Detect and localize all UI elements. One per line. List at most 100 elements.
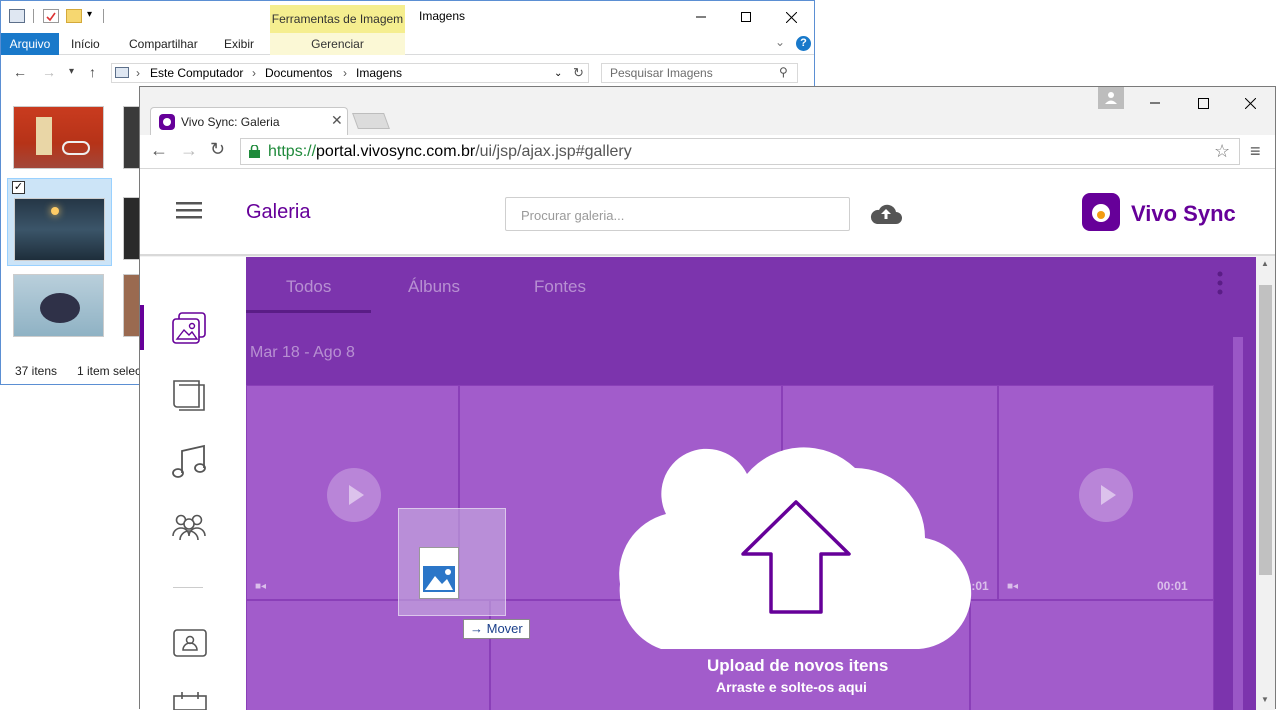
sidebar-item-profile[interactable]	[173, 629, 207, 662]
app-header: Galeria Procurar galeria... Vivo Sync	[140, 169, 1275, 256]
gallery-icon	[172, 312, 206, 344]
minimize-button[interactable]	[1132, 87, 1178, 119]
tab-share[interactable]: Compartilhar	[121, 33, 206, 55]
computer-icon	[115, 67, 129, 78]
customize-quick-access-icon[interactable]: ▾	[87, 9, 92, 20]
maximize-button[interactable]	[1180, 87, 1226, 119]
tab-albums[interactable]: Álbuns	[408, 277, 460, 297]
sidebar-item-albums[interactable]	[171, 377, 207, 416]
music-icon	[172, 444, 206, 478]
checkbox[interactable]: ✓	[12, 181, 25, 194]
back-arrow-icon[interactable]: ←	[13, 64, 27, 80]
minimize-button[interactable]	[678, 1, 724, 33]
scroll-down-icon[interactable]: ▼	[1261, 695, 1269, 704]
upload-subtitle: Arraste e solte-os aqui	[716, 679, 867, 695]
sidebar-active-indicator	[140, 305, 144, 350]
list-item-selected[interactable]: ✓	[7, 178, 112, 266]
forward-arrow-icon[interactable]: →	[42, 64, 56, 80]
hamburger-icon[interactable]	[176, 201, 202, 226]
breadcrumb-item[interactable]: Imagens	[356, 66, 402, 80]
forward-arrow-icon[interactable]: →	[180, 140, 198, 161]
sidebar-item-gallery[interactable]	[171, 311, 207, 350]
address-bar[interactable]: › Este Computador › Documentos › Imagens…	[111, 63, 589, 83]
properties-icon[interactable]	[43, 9, 59, 23]
drag-tooltip: → Mover	[463, 619, 530, 639]
scroll-up-icon[interactable]: ▲	[1261, 259, 1269, 268]
chevron-down-icon[interactable]: ⌄	[554, 68, 562, 79]
help-icon[interactable]: ?	[796, 36, 811, 51]
grid-item[interactable]	[246, 600, 490, 710]
image-thumbnail[interactable]	[14, 198, 105, 261]
chevron-right-icon: ›	[343, 66, 347, 80]
vivo-favicon-icon	[159, 114, 175, 130]
refresh-icon[interactable]: ↻	[573, 65, 584, 81]
window-icon	[9, 9, 25, 23]
recent-locations-icon[interactable]: ▾	[69, 66, 74, 77]
divider	[103, 9, 104, 23]
tab-view[interactable]: Exibir	[216, 33, 262, 55]
page-title: Galeria	[246, 201, 311, 223]
grid-item[interactable]: ■◂ 00:01	[998, 385, 1214, 600]
explorer-titlebar: ▾ Ferramentas de Imagem Imagens	[1, 1, 814, 33]
grid-item[interactable]	[970, 600, 1214, 710]
image-thumbnail[interactable]	[13, 106, 104, 169]
up-arrow-icon[interactable]: ↑	[89, 64, 96, 80]
tab-home[interactable]: Início	[63, 33, 108, 55]
search-input[interactable]: Pesquisar Imagens	[601, 63, 798, 83]
tab-all[interactable]: Todos	[286, 277, 331, 297]
search-icon[interactable]: ⚲	[779, 65, 788, 79]
address-toolbar: ← → ▾ ↑ › Este Computador › Documentos ›…	[1, 56, 814, 88]
ribbon-tabs: Arquivo Início Compartilhar Exibir Geren…	[1, 33, 814, 55]
breadcrumb-item[interactable]: Documentos	[265, 66, 332, 80]
play-icon[interactable]	[327, 468, 381, 522]
gallery-scrollbar[interactable]	[1233, 337, 1243, 710]
browser-toolbar: ← → ↻ https://portal.vivosync.com.br/ui/…	[140, 135, 1275, 169]
tab-file[interactable]: Arquivo	[1, 33, 59, 55]
sidebar-item-calendar[interactable]	[173, 692, 207, 715]
url-text: https://portal.vivosync.com.br/ui/jsp/aj…	[268, 143, 632, 161]
sidebar-item-contacts[interactable]	[171, 512, 207, 547]
arrow-right-icon: →	[470, 621, 487, 636]
maximize-button[interactable]	[723, 1, 769, 33]
sidebar-item-music[interactable]	[171, 443, 207, 484]
upload-title: Upload de novos itens	[707, 656, 889, 675]
active-tab-underline	[246, 310, 371, 313]
close-button[interactable]	[768, 1, 814, 33]
tab-sources[interactable]: Fontes	[534, 277, 586, 297]
profile-icon[interactable]	[1098, 87, 1124, 109]
back-arrow-icon[interactable]: ←	[150, 140, 168, 161]
more-options-icon[interactable]	[1217, 271, 1223, 300]
expand-ribbon-icon[interactable]: ⌄	[775, 35, 785, 49]
gallery-dropzone[interactable]: Todos Álbuns Fontes Mar 18 - Ago 8 ■◂ 00…	[246, 257, 1256, 710]
profile-card-icon	[173, 629, 207, 657]
drag-action-label: Mover	[486, 621, 523, 636]
image-thumbnail[interactable]	[13, 274, 104, 337]
new-folder-icon[interactable]	[66, 9, 82, 23]
chevron-right-icon: ›	[136, 66, 140, 80]
reload-icon[interactable]: ↻	[210, 139, 225, 160]
divider	[33, 9, 34, 23]
video-camera-icon: ■◂	[1007, 581, 1019, 592]
scrollbar-thumb[interactable]	[1259, 285, 1272, 575]
picture-tools-context-header: Ferramentas de Imagem	[270, 5, 405, 33]
close-tab-icon[interactable]: ✕	[331, 112, 343, 129]
new-tab-button[interactable]	[352, 113, 390, 129]
lock-icon	[249, 144, 260, 158]
close-button[interactable]	[1227, 87, 1273, 119]
contacts-icon	[172, 514, 206, 541]
cloud-upload-icon[interactable]	[869, 200, 903, 231]
tab-manage[interactable]: Gerenciar	[270, 33, 405, 55]
sidebar-divider	[173, 587, 203, 588]
bookmark-star-icon[interactable]: ☆	[1214, 141, 1230, 162]
window-title: Imagens	[419, 9, 466, 23]
play-icon[interactable]	[1079, 468, 1133, 522]
item-count: 37 itens	[15, 364, 58, 378]
browser-tab[interactable]: Vivo Sync: Galeria ✕	[150, 107, 348, 135]
video-duration: 00:01	[1157, 579, 1188, 593]
breadcrumb-item[interactable]: Este Computador	[150, 66, 243, 80]
gallery-search-input[interactable]: Procurar galeria...	[505, 197, 850, 231]
url-bar[interactable]: https://portal.vivosync.com.br/ui/jsp/aj…	[240, 138, 1240, 165]
page-scrollbar[interactable]: ▲ ▼	[1256, 257, 1275, 710]
image-file-icon	[419, 547, 459, 599]
menu-icon[interactable]: ≡	[1250, 141, 1261, 162]
